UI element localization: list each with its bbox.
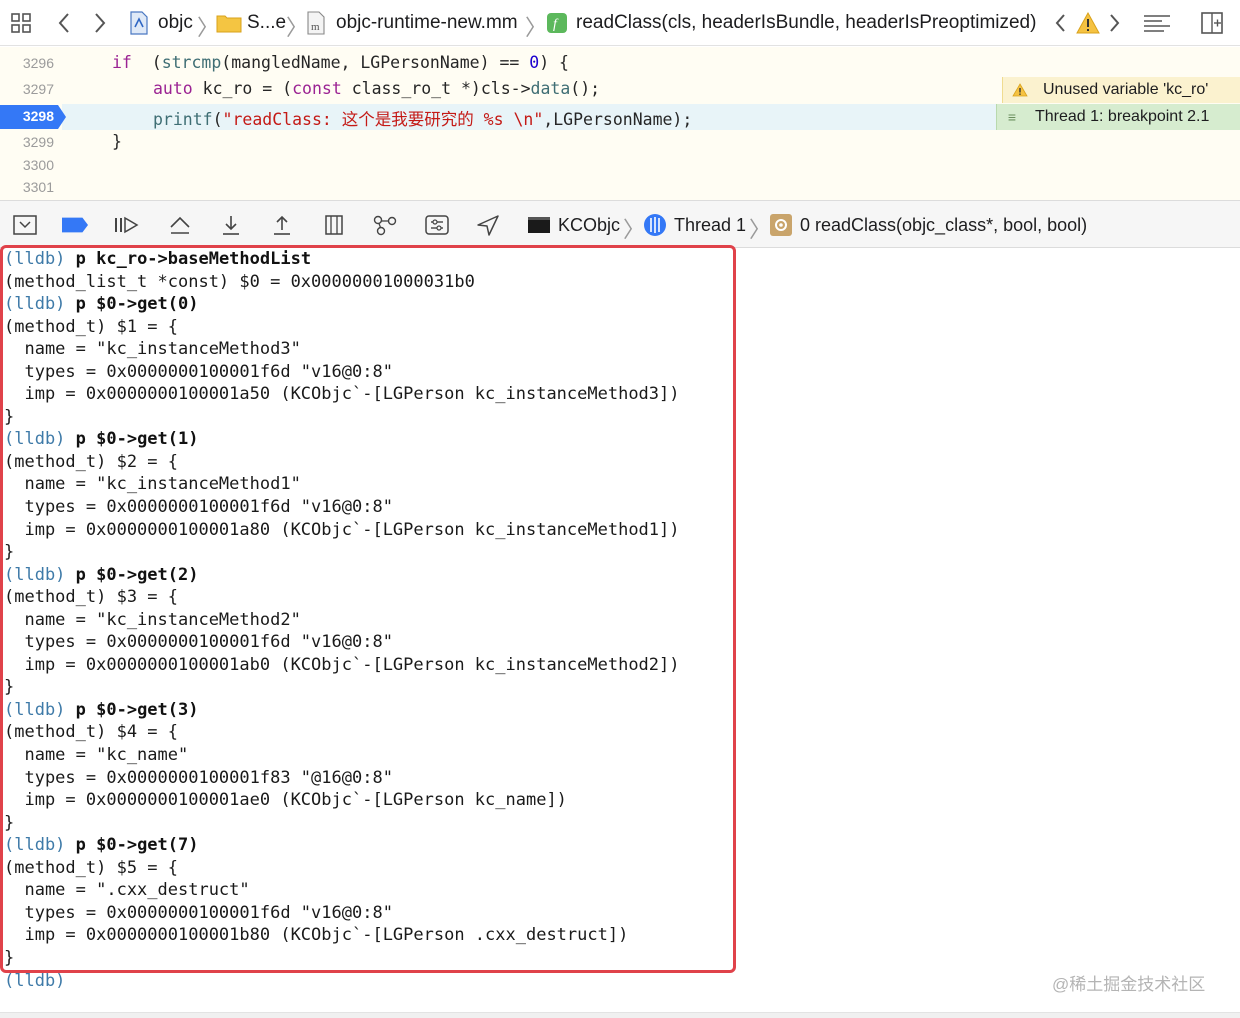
step-into-icon[interactable] xyxy=(218,213,244,237)
source-editor[interactable]: 3296 3297 3298 3299 3300 3301 if (strcmp… xyxy=(0,47,1240,200)
breadcrumb-separator: 〉 xyxy=(525,15,548,40)
breadcrumb-function[interactable]: readClass(cls, headerIsBundle, headerIsP… xyxy=(576,0,1036,46)
code-line: if (strcmp(mangledName, LGPersonName) ==… xyxy=(112,53,569,72)
lldb-prompt: (lldb) xyxy=(4,970,66,991)
function-icon: f xyxy=(546,12,568,34)
code-token: strcmp xyxy=(161,53,222,72)
jump-bar: objc 〉 S...e 〉 m objc-runtime-new.mm 〉 f… xyxy=(0,0,1240,46)
step-over-icon[interactable] xyxy=(167,213,193,237)
source-file-icon: m xyxy=(305,10,327,36)
code-token: kc_ro = ( xyxy=(192,79,293,98)
line-number: 3301 xyxy=(22,179,54,195)
code-token: if xyxy=(112,53,132,72)
code-token: ( xyxy=(212,110,223,129)
code-line: printf("readClass: 这个是我要研究的 %s \n",LGPer… xyxy=(153,106,692,130)
code-token: ) { xyxy=(539,53,569,72)
line-number: 3300 xyxy=(22,157,54,173)
step-out-icon[interactable] xyxy=(269,213,295,237)
warning-annotation[interactable]: Unused variable 'kc_ro' xyxy=(1002,77,1240,103)
debug-thread[interactable]: Thread 1 xyxy=(674,201,746,249)
line-number: 3299 xyxy=(22,134,54,150)
related-items-icon[interactable] xyxy=(8,11,34,35)
continue-icon[interactable] xyxy=(113,213,139,237)
forward-arrow-icon[interactable] xyxy=(88,11,112,35)
code-token: (); xyxy=(570,79,601,98)
code-token: (mangledName, LGPersonName) == xyxy=(221,53,530,72)
line-number-gutter: 3296 3297 3298 3299 3300 3301 xyxy=(0,47,66,200)
code-token: } xyxy=(112,132,122,151)
next-issue-icon[interactable] xyxy=(1105,11,1125,35)
breakpoint-annotation[interactable]: ≡ Thread 1: breakpoint 2.1 xyxy=(996,104,1240,130)
breadcrumb-file[interactable]: objc-runtime-new.mm xyxy=(336,0,518,46)
simulate-location-icon[interactable] xyxy=(475,213,501,237)
breadcrumb-group[interactable]: S...e xyxy=(247,0,286,46)
thread-icon xyxy=(642,213,668,237)
back-arrow-icon[interactable] xyxy=(52,11,76,35)
stack-frame-icon xyxy=(768,213,794,237)
warning-icon[interactable] xyxy=(1075,10,1101,36)
code-token: auto xyxy=(153,79,193,98)
warning-message: Unused variable 'kc_ro' xyxy=(1043,81,1209,98)
code-line: auto kc_ro = (const class_ro_t *)cls->da… xyxy=(153,79,600,98)
line-number: 3297 xyxy=(22,81,54,97)
editor-options-icon[interactable] xyxy=(1140,11,1174,35)
code-token: "readClass: 这个是我要研究的 %s \n" xyxy=(222,110,544,129)
code-token: printf xyxy=(153,110,213,129)
debug-memory-graph-icon[interactable] xyxy=(372,213,398,237)
code-token: data xyxy=(530,79,571,98)
line-number-current: 3298 xyxy=(22,108,54,124)
code-token: ,LGPersonName); xyxy=(543,110,693,129)
line-number: 3296 xyxy=(22,55,54,71)
add-editor-icon[interactable] xyxy=(1198,10,1226,36)
code-token: const xyxy=(292,79,342,98)
debug-target[interactable]: KCObjc xyxy=(558,201,620,249)
bottom-divider xyxy=(0,1012,1240,1018)
code-token: ( xyxy=(131,53,162,72)
code-token: class_ro_t *)cls-> xyxy=(341,79,531,98)
code-token: 0 xyxy=(529,53,540,72)
code-line: } xyxy=(112,132,122,151)
previous-issue-icon[interactable] xyxy=(1050,11,1070,35)
breakpoint-lines-icon: ≡ xyxy=(1007,109,1017,125)
debug-bar: KCObjc 〉 Thread 1 〉 0 readClass(objc_cla… xyxy=(0,200,1240,248)
watermark: @稀土掘金技术社区 xyxy=(1052,975,1206,994)
breakpoint-message: Thread 1: breakpoint 2.1 xyxy=(1035,108,1210,125)
environment-overrides-icon[interactable] xyxy=(424,213,450,237)
highlight-box xyxy=(0,245,736,973)
breadcrumb-project[interactable]: objc xyxy=(158,0,193,46)
svg-text:m: m xyxy=(311,21,320,33)
folder-icon xyxy=(216,12,242,34)
debug-stack-frame[interactable]: 0 readClass(objc_class*, bool, bool) xyxy=(800,201,1087,249)
debug-view-hierarchy-icon[interactable] xyxy=(321,213,347,237)
breakpoints-toggle-icon[interactable] xyxy=(62,213,88,237)
target-app-icon xyxy=(526,213,552,237)
project-file-icon xyxy=(128,10,150,36)
warning-icon xyxy=(1003,83,1037,97)
hide-debug-area-icon[interactable] xyxy=(12,213,38,237)
